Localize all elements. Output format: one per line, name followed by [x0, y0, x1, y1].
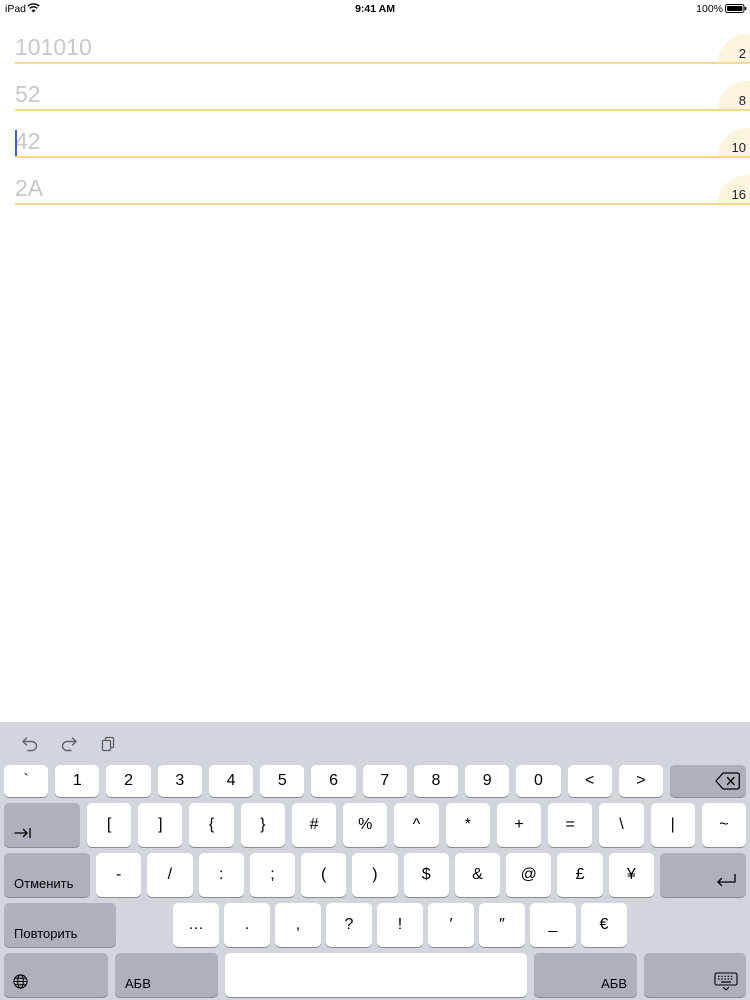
redo-key[interactable]: Повторить: [4, 903, 116, 947]
field-underline: [15, 203, 750, 205]
battery-percentage: 100%: [696, 3, 723, 15]
hex-input[interactable]: [15, 173, 695, 203]
keyboard-row-symbols-3: Повторить … . , ? ! ′ ″ _ €: [4, 903, 746, 947]
return-icon: [715, 873, 737, 889]
key-yen[interactable]: ¥: [608, 853, 654, 897]
field-underline: [15, 156, 750, 158]
key-7[interactable]: 7: [362, 765, 407, 797]
key-plus[interactable]: +: [496, 803, 542, 847]
key-right-bracket[interactable]: ]: [138, 803, 183, 847]
binary-input[interactable]: [15, 32, 695, 62]
undo-icon[interactable]: [21, 735, 39, 753]
keyboard-row-symbols-2: Отменить - / : ; ( ) $ & @ £ ¥: [4, 853, 746, 897]
key-0[interactable]: 0: [516, 765, 561, 797]
key-at[interactable]: @: [506, 853, 552, 897]
key-percent[interactable]: %: [343, 803, 388, 847]
key-2[interactable]: 2: [106, 765, 151, 797]
key-6[interactable]: 6: [311, 765, 356, 797]
battery-icon: [725, 4, 747, 13]
key-hash[interactable]: #: [291, 803, 337, 847]
base-label-decimal: 10: [731, 140, 746, 155]
key-caret[interactable]: ^: [394, 803, 439, 847]
key-3[interactable]: 3: [157, 765, 202, 797]
key-9[interactable]: 9: [465, 765, 510, 797]
key-left-paren[interactable]: (: [301, 853, 347, 897]
status-time: 9:41 AM: [355, 3, 395, 15]
key-right-paren[interactable]: ): [352, 853, 398, 897]
keyboard-shortcut-bar: [0, 722, 750, 764]
field-underline: [15, 109, 750, 111]
key-ampersand[interactable]: &: [454, 853, 501, 897]
key-left-brace[interactable]: {: [189, 803, 234, 847]
keyboard-row-symbols-1: [ ] { } # % ^ * + = \ | ~: [4, 803, 747, 847]
text-cursor: [15, 130, 17, 156]
key-tilde[interactable]: ~: [701, 803, 747, 847]
key-right-brace[interactable]: }: [240, 803, 285, 847]
keyboard-row-numbers: ` 1 2 3 4 5 6 7 8 9 0 < >: [4, 765, 747, 797]
dismiss-keyboard-key[interactable]: [644, 953, 746, 997]
on-screen-keyboard: ` 1 2 3 4 5 6 7 8 9 0 < > [] {} # % ^ …: [0, 722, 750, 1000]
key-euro[interactable]: €: [581, 903, 627, 947]
base-label-hex: 16: [731, 187, 746, 202]
key-4[interactable]: 4: [208, 765, 254, 797]
key-pound[interactable]: £: [557, 853, 603, 897]
backspace-icon: [715, 772, 740, 790]
key-left-bracket[interactable]: [: [87, 803, 132, 847]
key-equals[interactable]: =: [548, 803, 593, 847]
key-ellipsis[interactable]: …: [173, 903, 219, 947]
wifi-icon: [27, 3, 40, 13]
key-1[interactable]: 1: [55, 765, 100, 797]
tab-key[interactable]: [4, 803, 80, 847]
key-asterisk[interactable]: *: [445, 803, 490, 847]
key-greater-than[interactable]: >: [618, 765, 664, 797]
octal-input[interactable]: [15, 79, 695, 109]
key-underscore[interactable]: _: [530, 903, 576, 947]
tab-icon: [14, 827, 32, 839]
alphabet-key-label: АБВ: [125, 976, 151, 991]
field-underline: [15, 62, 750, 64]
key-comma[interactable]: ,: [275, 903, 321, 947]
redo-icon[interactable]: [60, 735, 78, 753]
paste-icon[interactable]: [99, 735, 117, 753]
key-backtick[interactable]: `: [4, 765, 49, 797]
status-bar: iPad 9:41 AM 100%: [0, 0, 750, 20]
key-5[interactable]: 5: [260, 765, 305, 797]
decimal-input[interactable]: [15, 126, 695, 156]
key-exclamation[interactable]: !: [377, 903, 423, 947]
alphabet-key-label: АБВ: [601, 976, 627, 991]
key-dollar[interactable]: $: [403, 853, 449, 897]
delete-key[interactable]: [670, 765, 747, 797]
globe-key[interactable]: [4, 953, 108, 997]
device-name: iPad: [5, 3, 27, 15]
key-period[interactable]: .: [224, 903, 270, 947]
key-less-than[interactable]: <: [567, 765, 612, 797]
key-slash[interactable]: /: [147, 853, 193, 897]
globe-icon: [13, 974, 28, 989]
key-hyphen[interactable]: -: [96, 853, 142, 897]
return-key[interactable]: [659, 853, 746, 897]
key-8[interactable]: 8: [413, 765, 459, 797]
key-question[interactable]: ?: [326, 903, 372, 947]
space-key[interactable]: [225, 953, 527, 997]
undo-key[interactable]: Отменить: [4, 853, 90, 897]
key-double-prime[interactable]: ″: [479, 903, 525, 947]
base-label-binary: 2: [738, 46, 746, 61]
key-backslash[interactable]: \: [599, 803, 644, 847]
keyboard-dismiss-icon: [714, 972, 738, 992]
alphabet-key-left[interactable]: АБВ: [115, 953, 218, 997]
key-prime[interactable]: ′: [428, 903, 474, 947]
key-colon[interactable]: :: [198, 853, 244, 897]
key-semicolon[interactable]: ;: [249, 853, 296, 897]
alphabet-key-right[interactable]: АБВ: [534, 953, 637, 997]
base-label-octal: 8: [738, 93, 746, 108]
punctuation-key-group: … . , ? ! ′ ″ _ €: [173, 903, 627, 947]
undo-key-label: Отменить: [14, 876, 74, 891]
decimal-field-row: 10: [0, 118, 750, 158]
key-pipe[interactable]: |: [650, 803, 695, 847]
binary-field-row: 2: [0, 24, 750, 64]
octal-field-row: 8: [0, 71, 750, 111]
hex-field-row: 16: [0, 165, 750, 205]
redo-key-label: Повторить: [14, 926, 78, 941]
keyboard-row-bottom: АБВ АБВ: [4, 953, 746, 997]
